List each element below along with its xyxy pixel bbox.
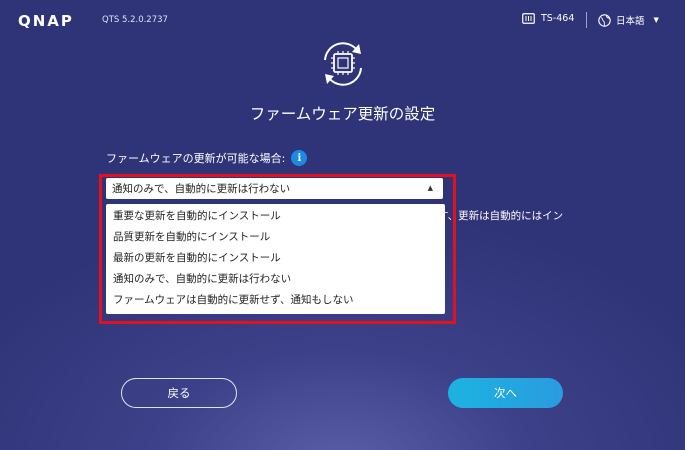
update-prompt: ファームウェアの更新が可能な場合: i [106, 150, 308, 166]
device-name: TS-464 [541, 13, 575, 24]
update-prompt-label: ファームウェアの更新が可能な場合: [106, 152, 286, 165]
firmware-version: QTS 5.2.0.2737 [102, 15, 168, 25]
setup-wizard-screen: QNAP QTS 5.2.0.2737 TS-464 日本語 ▼ ファームウェア… [0, 0, 685, 450]
device-indicator: TS-464 [522, 13, 574, 24]
back-button[interactable]: 戻る [121, 378, 237, 408]
next-button[interactable]: 次へ [448, 378, 563, 408]
page-title: ファームウェア更新の設定 [249, 105, 436, 123]
language-selector[interactable]: 日本語 ▼ [598, 13, 659, 27]
highlight-box [99, 174, 456, 324]
nas-device-icon [522, 13, 535, 24]
firmware-update-icon [324, 42, 362, 86]
update-policy-note: す、更新は自動的にはイン [438, 210, 564, 222]
info-icon[interactable]: i [291, 150, 308, 166]
qnap-logo: QNAP [18, 12, 74, 30]
language-label: 日本語 [616, 16, 645, 27]
caret-down-icon: ▼ [653, 16, 659, 24]
header-divider [586, 12, 587, 28]
globe-icon [598, 13, 611, 27]
